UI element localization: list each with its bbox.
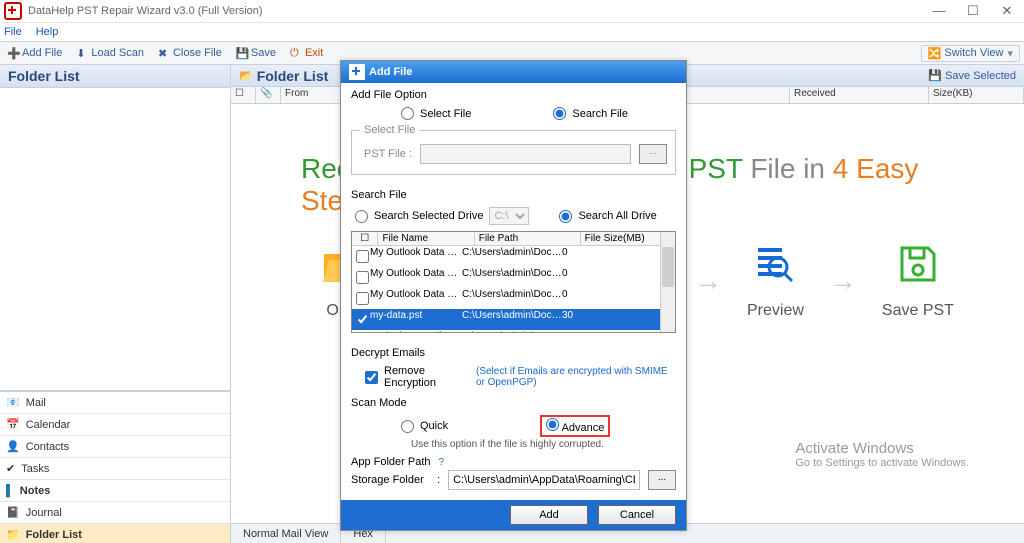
add-button[interactable]: Add (510, 505, 588, 525)
calendar-icon: 📅 (6, 418, 20, 431)
table-row[interactable]: My Outlook Data File(23)...C:\Users\admi… (352, 288, 675, 309)
step-save: Save PST (882, 242, 954, 320)
notes-icon: ▌ (6, 485, 14, 497)
search-all-drive-radio[interactable] (559, 210, 572, 223)
save-button[interactable]: 💾Save (229, 42, 283, 64)
file-results-table: ☐ File Name File Path File Size(MB) My O… (351, 231, 676, 333)
storage-folder-label: Storage Folder (351, 474, 429, 486)
navigation-list: 📧Mail 📅Calendar 👤Contacts ✔Tasks ▌Notes … (0, 391, 230, 543)
mail-icon: 📧 (6, 396, 20, 409)
dialog-title-bar: Add File (341, 61, 686, 83)
activate-windows-watermark: Activate Windows Go to Settings to activ… (795, 440, 969, 469)
save-disk-icon (898, 244, 938, 284)
folder-open-icon: 📂 (239, 69, 253, 82)
step-preview: Preview (747, 242, 804, 320)
arrow-icon: → (694, 265, 722, 297)
add-file-option-label: Add File Option (351, 83, 676, 105)
scan-quick-radio[interactable] (401, 420, 414, 433)
chevron-down-icon: ▾ (1007, 47, 1013, 60)
menu-file[interactable]: File (4, 26, 22, 38)
browse-storage-button[interactable]: ... (648, 470, 676, 490)
browse-pst-button[interactable]: ... (639, 144, 667, 164)
search-file-label: Search File (351, 183, 676, 205)
window-title: DataHelp PST Repair Wizard v3.0 (Full Ve… (28, 5, 263, 17)
plus-icon: ➕ (7, 47, 19, 59)
contacts-icon: 👤 (6, 440, 20, 453)
load-scan-button[interactable]: ⬇Load Scan (69, 42, 151, 64)
minimize-button[interactable]: — (922, 0, 956, 22)
plus-icon (349, 64, 365, 80)
nav-mail[interactable]: 📧Mail (0, 392, 230, 414)
app-folder-help-icon[interactable]: ? (439, 457, 445, 468)
app-icon (4, 2, 22, 20)
journal-icon: 📓 (6, 506, 20, 519)
pst-file-input (420, 144, 631, 164)
nav-calendar[interactable]: 📅Calendar (0, 414, 230, 436)
table-scrollbar[interactable] (660, 232, 675, 332)
switch-icon: 🔀 (928, 47, 942, 60)
save-icon: 💾 (236, 47, 248, 59)
row-checkbox[interactable] (356, 292, 369, 305)
menu-bar: File Help (0, 23, 1024, 42)
tasks-icon: ✔ (6, 462, 15, 475)
switch-view-button[interactable]: 🔀Switch View▾ (921, 45, 1020, 62)
tab-normal[interactable]: Normal Mail View (231, 524, 341, 543)
col-size[interactable]: Size(KB) (929, 87, 1024, 103)
arrow-icon: → (829, 265, 857, 297)
nav-tasks[interactable]: ✔Tasks (0, 458, 230, 480)
table-row[interactable]: My Outlook Data File(2).pstC:\Users\admi… (352, 267, 675, 288)
col-received[interactable]: Received (790, 87, 929, 103)
storage-folder-input[interactable] (448, 470, 640, 490)
search-file-radio[interactable] (553, 107, 566, 120)
download-icon: ⬇ (76, 47, 88, 59)
menu-help[interactable]: Help (36, 26, 59, 38)
app-folder-path-label: App Folder Path (351, 456, 431, 468)
table-row[interactable]: my-data.pstC:\Users\admin\Docume...30 (352, 309, 675, 330)
search-selected-drive-radio[interactable] (355, 210, 368, 223)
close-file-icon: ✖ (158, 47, 170, 59)
nav-notes[interactable]: ▌Notes (0, 480, 230, 502)
save-icon: 💾 (928, 69, 942, 82)
exit-button[interactable]: ⏻Exit (283, 42, 330, 64)
cancel-button[interactable]: Cancel (598, 505, 676, 525)
scan-mode-label: Scan Mode (351, 391, 676, 413)
scan-advance-radio[interactable] (546, 418, 559, 431)
close-file-button[interactable]: ✖Close File (151, 42, 229, 64)
left-pane: Folder List 📧Mail 📅Calendar 👤Contacts ✔T… (0, 65, 231, 543)
save-selected-button[interactable]: 💾Save Selected (928, 69, 1016, 82)
row-checkbox[interactable] (356, 271, 369, 284)
add-file-button[interactable]: ➕Add File (0, 42, 69, 64)
nav-contacts[interactable]: 👤Contacts (0, 436, 230, 458)
decrypt-label: Decrypt Emails (351, 341, 676, 363)
table-row[interactable]: Outlook Data File - a1.pstC:\Users\admin… (352, 330, 675, 333)
preview-icon (755, 244, 795, 284)
dialog-footer: Add Cancel (341, 500, 686, 530)
table-row[interactable]: My Outlook Data File(1).pstC:\Users\admi… (352, 246, 675, 267)
row-checkbox[interactable] (356, 250, 369, 263)
remove-encryption-checkbox[interactable] (365, 371, 378, 384)
drive-select: C:\ (489, 207, 529, 225)
advance-highlight: Advance (540, 415, 610, 437)
folder-list-header: Folder List (0, 65, 230, 88)
select-file-fieldset: Select File PST File : ... (351, 124, 676, 175)
nav-journal[interactable]: 📓Journal (0, 502, 230, 524)
folder-tree[interactable] (0, 88, 230, 391)
folder-icon: 📁 (6, 528, 20, 541)
select-all-checkbox[interactable]: ☐ (352, 232, 378, 245)
add-file-dialog: Add File Add File Option Select File Sea… (340, 60, 687, 531)
title-bar: DataHelp PST Repair Wizard v3.0 (Full Ve… (0, 0, 1024, 23)
row-checkbox[interactable] (356, 313, 369, 326)
nav-folder-list[interactable]: 📁Folder List (0, 524, 230, 543)
exit-icon: ⏻ (290, 47, 302, 59)
select-file-radio[interactable] (401, 107, 414, 120)
maximize-button[interactable]: ☐ (956, 0, 990, 22)
close-window-button[interactable]: ✕ (990, 0, 1024, 22)
